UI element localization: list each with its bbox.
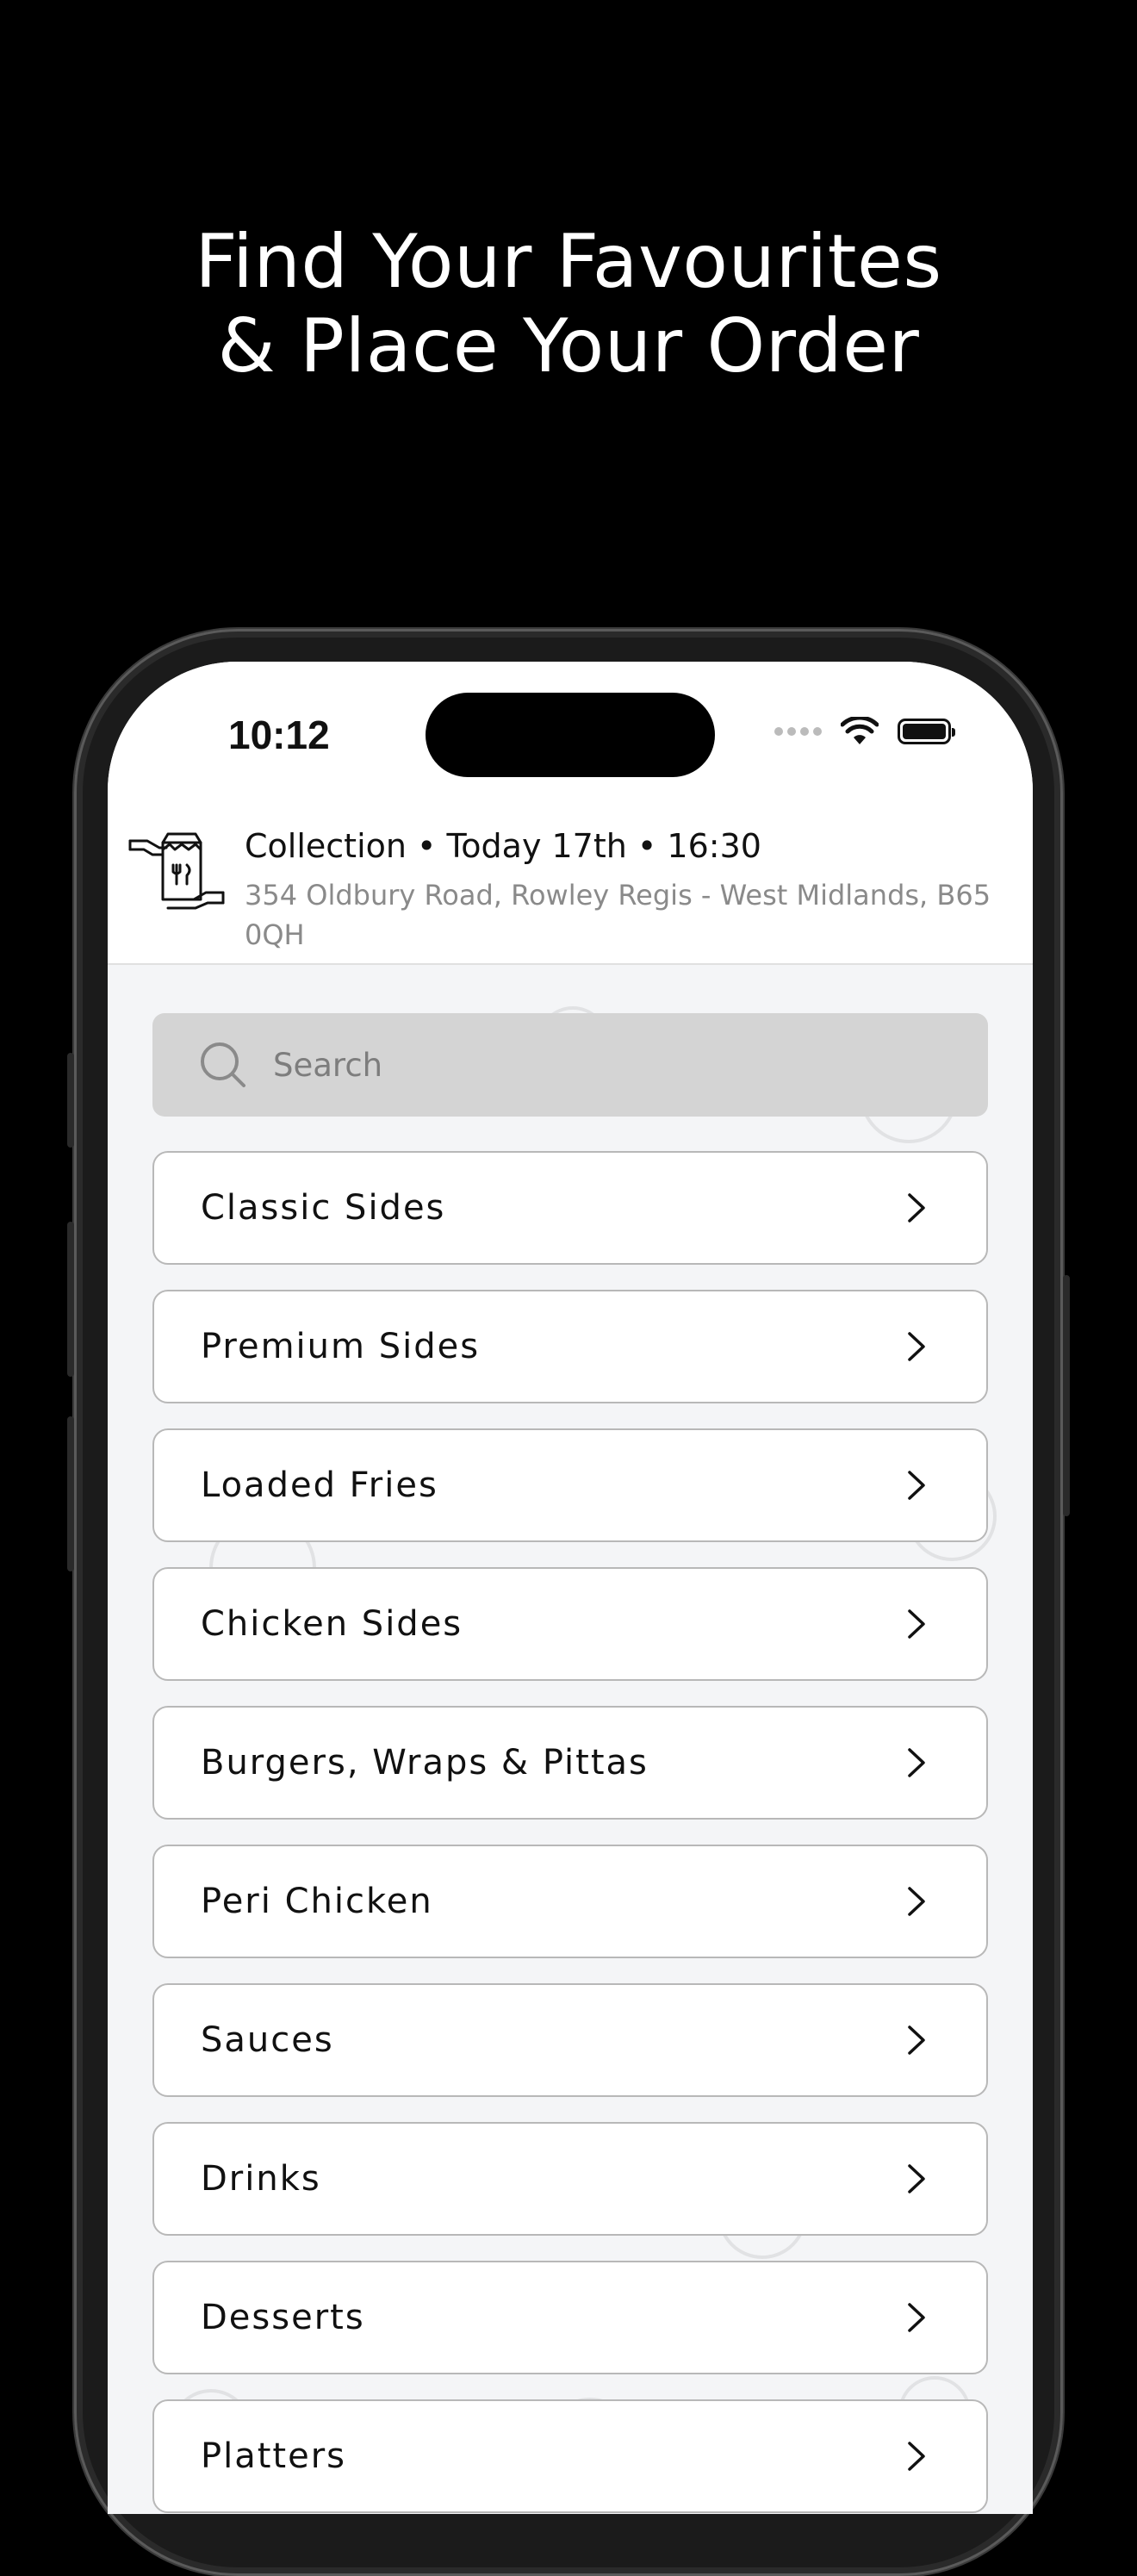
category-item-loaded-fries[interactable]: Loaded Fries bbox=[152, 1428, 988, 1542]
category-item-burgers-wraps-pittas[interactable]: Burgers, Wraps & Pittas bbox=[152, 1706, 988, 1820]
category-item-desserts[interactable]: Desserts bbox=[152, 2261, 988, 2374]
category-label: Drinks bbox=[201, 2159, 321, 2199]
category-list: Classic Sides Premium Sides Loaded Fries… bbox=[152, 1151, 988, 2514]
chevron-right-icon bbox=[908, 2164, 925, 2193]
promo-headline-line1: Find Your Favourites bbox=[195, 219, 942, 305]
category-item-sauces[interactable]: Sauces bbox=[152, 1983, 988, 2097]
store-address: 354 Oldbury Road, Rowley Regis - West Mi… bbox=[245, 879, 991, 951]
category-item-peri-chicken[interactable]: Peri Chicken bbox=[152, 1845, 988, 1958]
status-time: 10:12 bbox=[228, 712, 330, 757]
category-item-chicken-sides[interactable]: Chicken Sides bbox=[152, 1567, 988, 1681]
category-label: Premium Sides bbox=[201, 1327, 481, 1366]
category-label: Loaded Fries bbox=[201, 1465, 438, 1505]
category-item-drinks[interactable]: Drinks bbox=[152, 2122, 988, 2236]
phone-silent-switch bbox=[67, 1053, 74, 1148]
dynamic-island bbox=[426, 693, 715, 777]
collection-bag-icon bbox=[128, 832, 225, 910]
category-item-platters[interactable]: Platters bbox=[152, 2399, 988, 2513]
category-label: Burgers, Wraps & Pittas bbox=[201, 1743, 649, 1783]
chevron-right-icon bbox=[908, 2025, 925, 2055]
category-label: Chicken Sides bbox=[201, 1604, 463, 1644]
status-bar: 10:12 bbox=[108, 662, 1033, 808]
search-bar[interactable] bbox=[152, 1013, 988, 1117]
category-label: Sauces bbox=[201, 2020, 334, 2060]
chevron-right-icon bbox=[908, 1887, 925, 1916]
order-header[interactable]: Collection • Today 17th • 16:30 354 Oldb… bbox=[108, 808, 1033, 965]
search-icon bbox=[201, 1042, 245, 1087]
promo-headline-line2: & Place Your Order bbox=[217, 303, 920, 389]
phone-volume-down-button bbox=[67, 1416, 74, 1571]
chevron-right-icon bbox=[908, 1471, 925, 1500]
category-label: Platters bbox=[201, 2436, 347, 2476]
phone-volume-up-button bbox=[67, 1222, 74, 1377]
app-screen: 10:12 Collection • Today 17th • 16:30 35… bbox=[108, 662, 1033, 2514]
cellular-signal-icon bbox=[774, 727, 822, 736]
menu-content: Classic Sides Premium Sides Loaded Fries… bbox=[108, 965, 1033, 2514]
order-summary-title: Collection • Today 17th • 16:30 bbox=[245, 827, 761, 865]
chevron-right-icon bbox=[908, 1332, 925, 1361]
chevron-right-icon bbox=[908, 1609, 925, 1639]
category-label: Desserts bbox=[201, 2298, 365, 2337]
category-label: Classic Sides bbox=[201, 1188, 446, 1228]
battery-icon bbox=[898, 719, 955, 744]
chevron-right-icon bbox=[908, 2303, 925, 2332]
category-item-classic-sides[interactable]: Classic Sides bbox=[152, 1151, 988, 1265]
chevron-right-icon bbox=[908, 1193, 925, 1223]
category-item-premium-sides[interactable]: Premium Sides bbox=[152, 1290, 988, 1403]
search-input[interactable] bbox=[273, 1013, 962, 1117]
wifi-icon bbox=[841, 717, 879, 744]
chevron-right-icon bbox=[908, 1748, 925, 1777]
promo-headline: Find Your Favourites & Place Your Order bbox=[0, 220, 1137, 389]
status-icons bbox=[774, 717, 955, 746]
category-label: Peri Chicken bbox=[201, 1882, 433, 1921]
phone-power-button bbox=[1063, 1275, 1070, 1516]
chevron-right-icon bbox=[908, 2442, 925, 2471]
